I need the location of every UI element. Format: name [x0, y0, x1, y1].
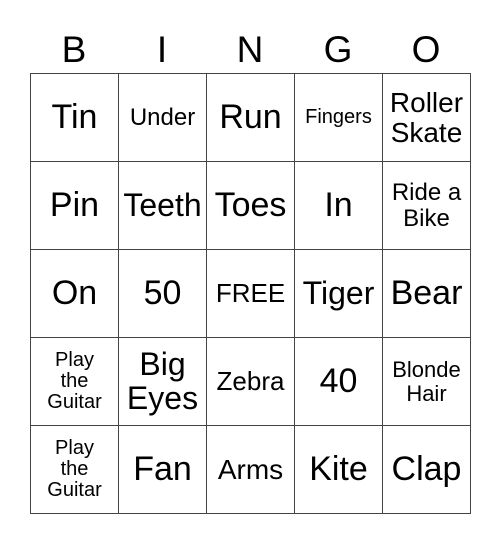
bingo-cell[interactable]: In [295, 162, 383, 250]
bingo-cell[interactable]: Roller Skate [383, 74, 471, 162]
header-letter-i: I [156, 29, 168, 70]
free-space-cell[interactable]: FREE [207, 250, 295, 338]
bingo-cell[interactable]: Play the Guitar [31, 426, 119, 514]
bingo-cell[interactable]: Kite [295, 426, 383, 514]
bingo-cell[interactable]: Big Eyes [119, 338, 207, 426]
bingo-cell[interactable]: Under [119, 74, 207, 162]
bingo-cell[interactable]: Ride a Bike [383, 162, 471, 250]
bingo-cell[interactable]: Clap [383, 426, 471, 514]
header-letter-n: N [236, 29, 264, 70]
bingo-cell[interactable]: 40 [295, 338, 383, 426]
bingo-cell[interactable]: 50 [119, 250, 207, 338]
header-letter-g: G [323, 29, 353, 70]
bingo-cell[interactable]: Pin [31, 162, 119, 250]
bingo-cell[interactable]: Zebra [207, 338, 295, 426]
bingo-cell[interactable]: Play the Guitar [31, 338, 119, 426]
bingo-cell[interactable]: Fingers [295, 74, 383, 162]
bingo-cell[interactable]: Teeth [119, 162, 207, 250]
bingo-cell[interactable]: Blonde Hair [383, 338, 471, 426]
bingo-cell[interactable]: Run [207, 74, 295, 162]
header-letter-o: O [411, 29, 441, 70]
bingo-cell[interactable]: Tin [31, 74, 119, 162]
bingo-header: BINGO [30, 28, 470, 72]
header-letter-b: B [61, 29, 87, 70]
bingo-cell[interactable]: Bear [383, 250, 471, 338]
bingo-grid: Tin Under Run Fingers Roller Skate Pin Teeth To… [30, 73, 471, 514]
bingo-cell[interactable]: Toes [207, 162, 295, 250]
bingo-cell[interactable]: Fan [119, 426, 207, 514]
bingo-cell[interactable]: Arms [207, 426, 295, 514]
bingo-cell[interactable]: Tiger [295, 250, 383, 338]
bingo-cell[interactable]: On [31, 250, 119, 338]
